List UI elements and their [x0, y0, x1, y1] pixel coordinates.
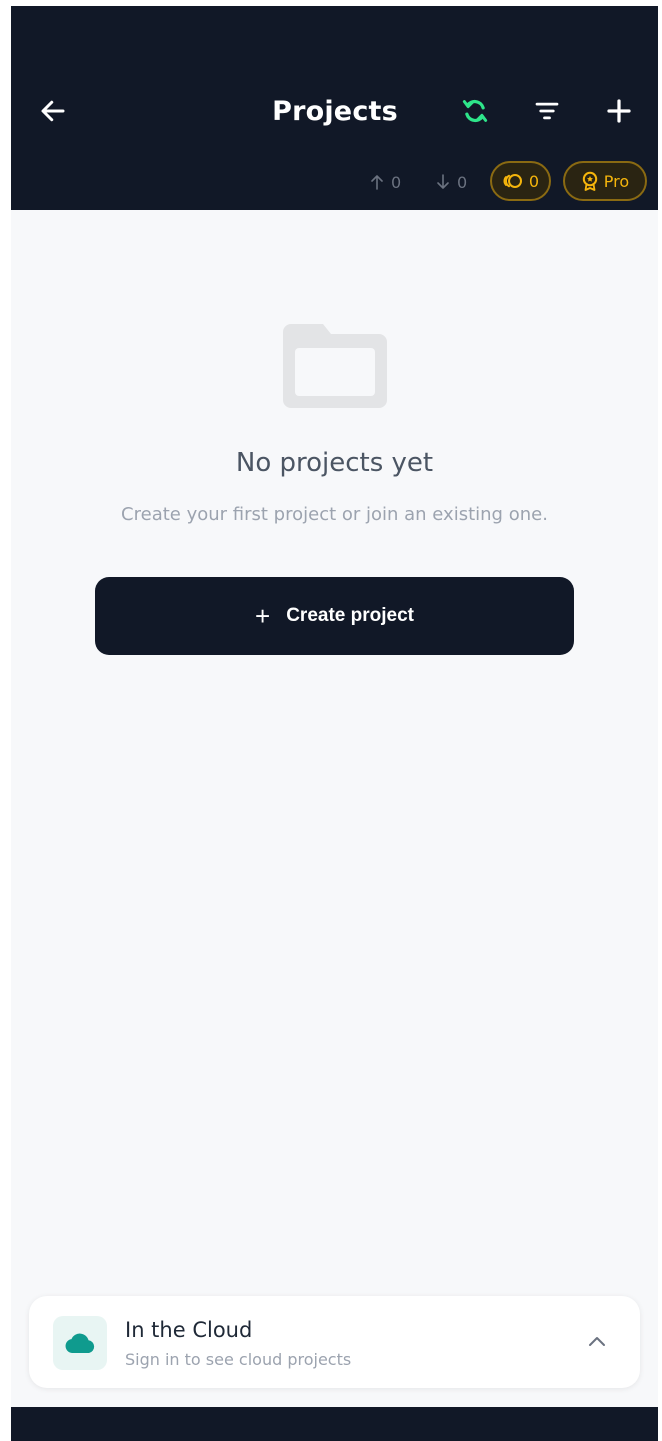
coins-badge[interactable]: 0: [490, 161, 551, 201]
coins-icon: [503, 174, 522, 188]
arrow-up-icon: [371, 175, 383, 190]
sync-icon: [462, 99, 488, 123]
cloud-projects-panel[interactable]: In the Cloud Sign in to see cloud projec…: [29, 1296, 640, 1388]
chevron-up-icon: [589, 1337, 605, 1346]
arrow-down-icon: [437, 174, 449, 189]
coins-count: 0: [528, 171, 540, 191]
add-project-button[interactable]: [595, 87, 643, 135]
sync-button[interactable]: [451, 87, 499, 135]
download-stat: 0: [435, 162, 467, 202]
cloud-title: In the Cloud: [125, 1318, 253, 1342]
plus-icon: [607, 99, 631, 123]
back-button[interactable]: [29, 87, 77, 135]
plus-icon: +: [255, 601, 271, 631]
pro-badge[interactable]: Pro: [563, 161, 647, 201]
cloud-icon-container: [53, 1316, 107, 1370]
arrow-left-icon: [41, 100, 65, 122]
system-navigation-bar: [11, 1407, 658, 1441]
award-icon: [582, 171, 597, 191]
download-count: 0: [457, 172, 468, 192]
folder-icon: [283, 324, 387, 408]
upload-stat: 0: [369, 162, 401, 202]
empty-state-title: No projects yet: [235, 448, 434, 478]
create-project-label: Create project: [286, 605, 414, 626]
app-screen: Projects 0 0 0 Pro No projects yet Creat…: [11, 6, 658, 1441]
expand-button[interactable]: [583, 1328, 611, 1356]
empty-state-subtitle: Create your first project or join an exi…: [121, 504, 548, 525]
pro-label: Pro: [603, 171, 630, 191]
create-project-button[interactable]: + Create project: [95, 577, 574, 655]
cloud-icon: [65, 1333, 95, 1353]
page-title: Projects: [272, 96, 398, 127]
filter-button[interactable]: [523, 87, 571, 135]
top-app-bar: Projects 0 0 0 Pro: [11, 6, 658, 210]
upload-count: 0: [391, 172, 402, 192]
filter-icon: [535, 102, 559, 120]
cloud-subtitle: Sign in to see cloud projects: [125, 1350, 352, 1369]
